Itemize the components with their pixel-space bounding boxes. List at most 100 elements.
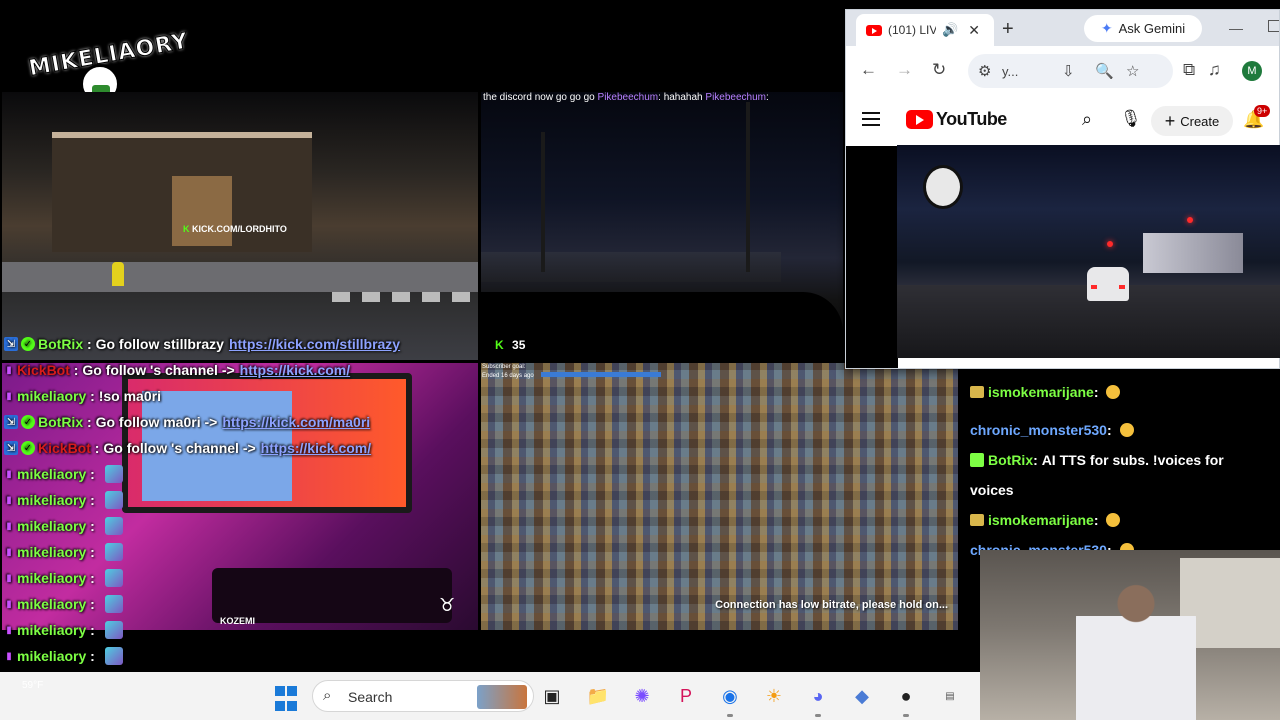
site-info-icon[interactable]: ⚙ — [978, 62, 991, 80]
back-arrow-icon[interactable]: ← — [860, 60, 877, 80]
chat-emote-icon — [104, 491, 123, 509]
chat-username[interactable]: ismokemarijane — [988, 384, 1094, 400]
sidewalk — [2, 262, 478, 292]
chat-separator: : — [1093, 512, 1103, 528]
subscriber-badge-icon — [970, 514, 984, 526]
chat-separator: : — [83, 414, 96, 430]
chat-username[interactable]: ismokemarijane — [988, 512, 1094, 528]
maximize-window-icon[interactable] — [1268, 20, 1279, 32]
chat-text: Go follow ma0ri -> — [95, 414, 218, 430]
chat-link[interactable]: https://kick.com/ — [240, 362, 350, 378]
chat-link[interactable]: https://kick.com/stillbrazy — [229, 336, 400, 352]
search-highlight-image — [477, 685, 527, 709]
browser-toolbar: ← → ↻ ⚙ y... ⇩ 🔍 ☆ ⧉ ♫ M — [846, 46, 1279, 96]
search-icon[interactable]: ⌕ — [1082, 109, 1092, 130]
right-chat-message: ismokemarijane: — [970, 384, 1121, 400]
bot-badge-icon: ⇲ — [4, 337, 18, 351]
left-chat-message: ▮ mikeliaory : — [4, 542, 123, 562]
channel-watermark-icon — [923, 165, 963, 209]
chat-emote-icon — [104, 543, 123, 561]
install-app-icon[interactable]: ⇩ — [1062, 62, 1075, 80]
chat-link[interactable]: https://kick.com/ma0ri — [222, 414, 370, 430]
overlay-chat-text: hahahah — [663, 92, 703, 103]
windows-taskbar: ⌕ Search ▣ 📁 ✺ P ◉ ☀ ◕ ◆ ● ▤ — [0, 672, 980, 720]
left-chat-message: ▮ mikeliaory : — [4, 516, 123, 536]
chat-username[interactable]: mikeliaory — [17, 466, 86, 482]
chat-username[interactable]: mikeliaory — [17, 492, 86, 508]
address-bar[interactable]: ⚙ y... ⇩ 🔍 ☆ — [968, 54, 1173, 88]
chat-username[interactable]: BotRix — [38, 414, 83, 430]
chat-separator: : — [1106, 422, 1116, 438]
chat-username[interactable]: mikeliaory — [17, 518, 86, 534]
chat-username[interactable]: mikeliaory — [17, 388, 86, 404]
chat-emote-icon — [1119, 423, 1134, 437]
traffic-light — [1107, 241, 1113, 247]
traffic-light — [1187, 217, 1193, 223]
forward-arrow-icon[interactable]: → — [896, 60, 913, 80]
viewer-count-value: 35 — [512, 338, 526, 352]
discord-icon[interactable]: ◕ — [804, 682, 832, 710]
chat-username[interactable]: chronic_monster530 — [970, 422, 1107, 438]
microphone-icon[interactable]: 🎙 — [1120, 109, 1142, 129]
copilot-icon[interactable]: ✺ — [628, 682, 656, 710]
chat-username[interactable]: mikeliaory — [17, 544, 86, 560]
left-chat-message: ▮ mikeliaory : — [4, 594, 123, 614]
picsart-icon[interactable]: P — [672, 682, 700, 710]
chat-username[interactable]: mikeliaory — [17, 596, 86, 612]
start-menu-icon[interactable] — [272, 684, 300, 712]
chat-link[interactable]: https://kick.com/ — [261, 440, 371, 456]
chat-username[interactable]: BotRix — [988, 452, 1033, 468]
new-tab-button[interactable]: + — [1002, 18, 1014, 41]
zoom-icon[interactable]: 🔍 — [1095, 62, 1114, 80]
weather-temp[interactable]: 59°F — [22, 680, 43, 691]
chat-emote-icon — [104, 621, 123, 639]
chat-separator: : — [86, 492, 99, 508]
file-explorer-icon[interactable]: 📁 — [584, 682, 612, 710]
sun-app-icon[interactable]: ☀ — [760, 682, 788, 710]
verified-badge-icon: ✓ — [21, 415, 35, 429]
chat-separator: : — [86, 622, 99, 638]
chat-username[interactable]: KickBot — [38, 440, 91, 456]
taskbar-search[interactable]: ⌕ Search — [312, 680, 534, 712]
overlay-app-icon[interactable]: ▤ — [936, 682, 964, 710]
youtube-logo[interactable]: YouTube — [906, 109, 1007, 130]
hamburger-menu-icon[interactable] — [862, 112, 880, 126]
chat-username[interactable]: KickBot — [17, 362, 70, 378]
subscriber-goal-label: Subscriber goal: — [482, 364, 526, 370]
extensions-icon[interactable]: ⧉ — [1183, 60, 1195, 80]
mic-badge-icon: ▮ — [6, 572, 12, 584]
chat-separator: : — [90, 440, 104, 456]
obs-icon[interactable]: ● — [892, 682, 920, 710]
create-button[interactable]: + Create — [1151, 106, 1233, 136]
app-icon[interactable]: ◆ — [848, 682, 876, 710]
viewer-count: K 35 — [495, 338, 525, 352]
ask-gemini-button[interactable]: ✦ Ask Gemini — [1084, 15, 1202, 42]
chrome-icon[interactable]: ◉ — [716, 682, 744, 710]
tab-youtube-live[interactable]: (101) LIVE 🔊 ✕ — [856, 14, 994, 46]
minimize-window-icon[interactable]: — — [1229, 20, 1243, 36]
task-view-icon[interactable]: ▣ — [538, 682, 566, 710]
chat-username[interactable]: BotRix — [38, 336, 83, 352]
right-chat-message: voices — [970, 482, 1014, 498]
chat-emote-icon — [104, 595, 123, 613]
bookmark-star-icon[interactable]: ☆ — [1126, 62, 1139, 80]
chat-username[interactable]: mikeliaory — [17, 648, 86, 664]
youtube-video-player[interactable] — [897, 145, 1280, 358]
video-letterbox — [846, 146, 898, 368]
left-chat-message: ▮ mikeliaory : — [4, 464, 123, 484]
car-dashboard — [481, 292, 843, 360]
speaker-icon[interactable]: 🔊 — [942, 22, 958, 38]
chat-username[interactable]: mikeliaory — [17, 622, 86, 638]
close-tab-icon[interactable]: ✕ — [968, 22, 980, 39]
media-controls-icon[interactable]: ♫ — [1208, 60, 1221, 80]
webcam-feed — [980, 550, 1280, 720]
kick-icon: K — [183, 224, 190, 234]
chat-username[interactable]: mikeliaory — [17, 570, 86, 586]
chat-separator: : — [86, 388, 99, 404]
reload-icon[interactable]: ↻ — [932, 60, 946, 80]
profile-avatar[interactable]: M — [1242, 61, 1262, 81]
right-chat-message: ismokemarijane: — [970, 512, 1121, 528]
left-chat-message: ▮ mikeliaory : — [4, 490, 123, 510]
subscriber-goal-ended: Ended 16 days ago — [482, 373, 534, 379]
running-indicator — [727, 714, 733, 717]
